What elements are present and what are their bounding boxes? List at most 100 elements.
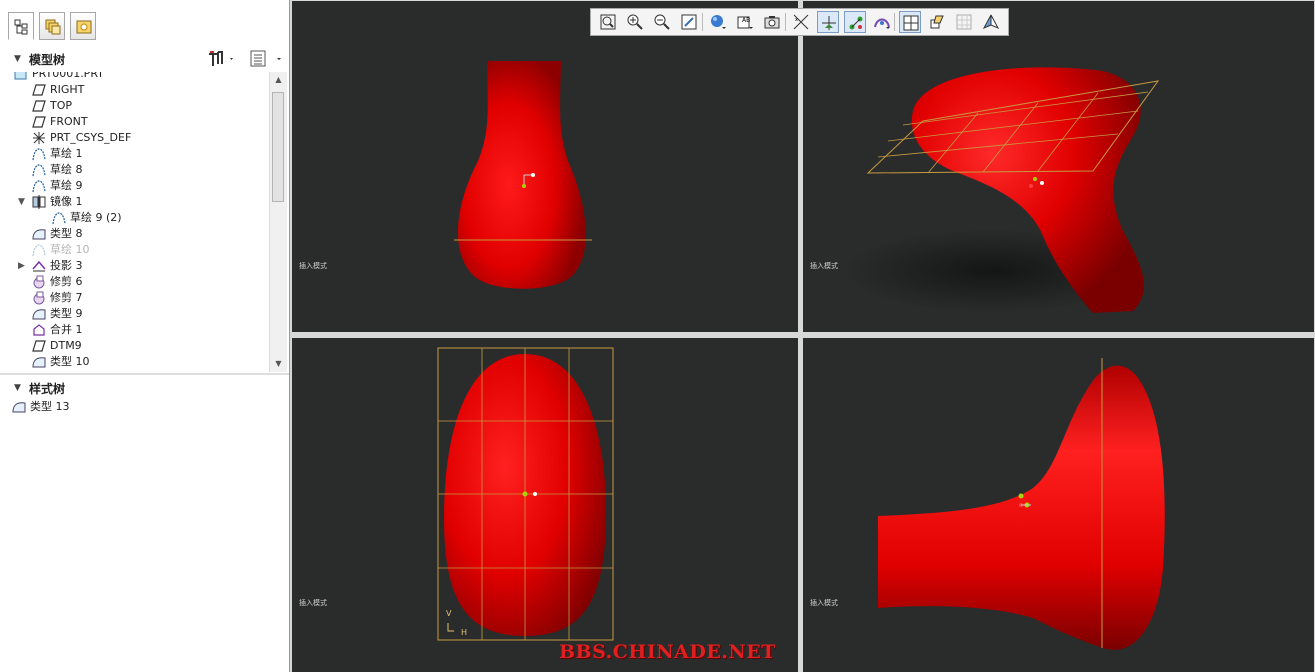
tree-item-label: 草绘 9 bbox=[50, 179, 83, 192]
tab-layers[interactable] bbox=[39, 12, 65, 40]
tree-item[interactable]: 修剪 6 bbox=[32, 274, 83, 290]
tree-item[interactable]: 草绘 8 bbox=[32, 162, 83, 178]
viewport-mode-label: 插入模式 bbox=[299, 262, 327, 270]
collapse-arrow-icon[interactable]: ▶ bbox=[18, 261, 25, 271]
tree-item[interactable]: RIGHT bbox=[32, 82, 84, 98]
tree-item-label: 合并 1 bbox=[50, 323, 83, 336]
sketch-icon bbox=[52, 211, 68, 225]
tree-item[interactable]: 草绘 10 bbox=[32, 242, 90, 258]
panel-divider[interactable] bbox=[0, 373, 289, 375]
connect-button[interactable] bbox=[844, 11, 866, 33]
style-icon bbox=[32, 307, 48, 321]
datum-plane-icon bbox=[32, 115, 48, 129]
viewport-perspective[interactable]: 插入模式 bbox=[803, 1, 1314, 332]
tree-item-label: PRT_CSYS_DEF bbox=[50, 131, 132, 144]
sketch-icon bbox=[32, 243, 48, 257]
sketch-icon bbox=[32, 147, 48, 161]
toolbar-separator bbox=[894, 13, 895, 31]
svg-text:x: x bbox=[795, 17, 798, 23]
tree-item-label: 类型 8 bbox=[50, 227, 83, 240]
tab-favorites[interactable] bbox=[70, 12, 96, 40]
viewport-top[interactable]: V H 插入模式 bbox=[292, 338, 799, 672]
tree-item-label: 类型 10 bbox=[50, 355, 90, 368]
tree-item[interactable]: 草绘 1 bbox=[32, 146, 83, 162]
tree-item-label: 投影 3 bbox=[50, 259, 83, 272]
axis-h-label: H bbox=[461, 628, 468, 637]
tree-item[interactable]: 类型 8 bbox=[32, 226, 83, 242]
spin-center-button[interactable] bbox=[817, 11, 839, 33]
tree-item-label: 草绘 1 bbox=[50, 147, 83, 160]
active-plane-button[interactable] bbox=[926, 11, 948, 33]
scroll-up-icon[interactable]: ▲ bbox=[270, 72, 287, 88]
tree-item[interactable]: 修剪 7 bbox=[32, 290, 83, 306]
model-tree-header[interactable]: ▼ 模型树 bbox=[0, 47, 289, 69]
viewport-mode-label: 插入模式 bbox=[810, 599, 838, 607]
settings-tool-icon[interactable] bbox=[207, 50, 235, 71]
tree-item-label: RIGHT bbox=[50, 83, 85, 96]
tree-item[interactable]: 草绘 9 bbox=[32, 178, 83, 194]
expand-icon[interactable]: ▼ bbox=[18, 197, 25, 207]
saved-views-button[interactable]: AB bbox=[734, 11, 756, 33]
tree-item[interactable]: 投影 3 bbox=[32, 258, 83, 274]
mirror-view-button[interactable] bbox=[980, 11, 1002, 33]
tree-item[interactable]: 类型 9 bbox=[32, 306, 83, 322]
watermark: BBS.CHINADE.NET bbox=[559, 641, 776, 663]
tree-item[interactable]: 草绘 9 (2) bbox=[52, 210, 122, 226]
viewport-front[interactable]: 插入模式 bbox=[292, 1, 799, 332]
model-tree-title: 模型树 bbox=[29, 53, 66, 67]
datum-plane-icon bbox=[32, 99, 48, 113]
viewport-divider-horizontal[interactable] bbox=[291, 332, 1315, 338]
tree-item-label: 草绘 10 bbox=[50, 243, 90, 256]
tree-item[interactable]: PRT_CSYS_DEF bbox=[32, 130, 131, 146]
style-icon bbox=[32, 227, 48, 241]
scroll-thumb[interactable] bbox=[272, 92, 284, 202]
tree-item-label: 修剪 7 bbox=[50, 291, 83, 304]
refit-button[interactable] bbox=[597, 11, 619, 33]
dynamic-view-button[interactable] bbox=[871, 11, 893, 33]
zoom-out-button[interactable] bbox=[651, 11, 673, 33]
datum-display-button[interactable]: x bbox=[790, 11, 812, 33]
viewport-side[interactable]: 插入模式 bbox=[803, 338, 1314, 672]
vase-model-side[interactable] bbox=[803, 338, 1314, 672]
tree-item[interactable]: 类型 10 bbox=[32, 354, 90, 370]
view-manager-button[interactable] bbox=[761, 11, 783, 33]
vase-model-top[interactable] bbox=[292, 338, 799, 672]
part-icon bbox=[14, 72, 30, 81]
grid-button[interactable] bbox=[953, 11, 975, 33]
zoom-in-button[interactable] bbox=[624, 11, 646, 33]
trim-icon bbox=[32, 291, 48, 305]
tree-item-label: 类型 9 bbox=[50, 307, 83, 320]
tree-item[interactable]: 镜像 1 bbox=[32, 194, 83, 210]
trim-icon bbox=[32, 275, 48, 289]
tree-scrollbar[interactable]: ▲ ▼ bbox=[269, 72, 287, 372]
collapse-icon[interactable]: ▼ bbox=[14, 383, 21, 393]
tree-item[interactable]: FRONT bbox=[32, 114, 88, 130]
datum-plane-icon bbox=[32, 83, 48, 97]
tree-item[interactable]: DTM9 bbox=[32, 338, 82, 354]
vase-model-perspective[interactable] bbox=[803, 1, 1314, 332]
style-tree-header[interactable]: ▼ 样式树 bbox=[0, 376, 289, 398]
style-tree-item-label: 类型 13 bbox=[30, 400, 70, 413]
graphics-window[interactable]: 插入模式 插入模式 V H 插入模式 插入模式 bbox=[291, 0, 1315, 672]
tree-item-label: FRONT bbox=[50, 115, 88, 128]
show-menu-icon[interactable] bbox=[250, 50, 286, 71]
four-view-button[interactable] bbox=[899, 11, 921, 33]
vase-model-front[interactable] bbox=[292, 1, 799, 332]
tree-item[interactable]: PRT0001.PRT bbox=[14, 72, 104, 82]
merge-icon bbox=[32, 323, 48, 337]
tab-model-tree[interactable] bbox=[8, 12, 34, 40]
tree-item[interactable]: TOP bbox=[32, 98, 72, 114]
collapse-icon[interactable]: ▼ bbox=[14, 54, 21, 64]
style-icon bbox=[32, 355, 48, 369]
repaint-button[interactable] bbox=[678, 11, 700, 33]
tree-item[interactable]: 合并 1 bbox=[32, 322, 83, 338]
model-tree-panel: ▼ 模型树 PRT0001.PRT RIGHT TOP FRONT PRT_CSYS_D… bbox=[0, 0, 290, 672]
scroll-down-icon[interactable]: ▼ bbox=[270, 356, 287, 372]
style-tree-item[interactable]: 类型 13 bbox=[12, 399, 70, 415]
svg-text:AB: AB bbox=[742, 17, 750, 24]
display-style-button[interactable] bbox=[707, 11, 729, 33]
model-tree: PRT0001.PRT RIGHT TOP FRONT PRT_CSYS_DEF 草绘 1… bbox=[0, 72, 268, 372]
viewport-mode-label: 插入模式 bbox=[810, 262, 838, 270]
favorites-icon bbox=[76, 20, 92, 34]
style-tree-title: 样式树 bbox=[29, 382, 66, 396]
